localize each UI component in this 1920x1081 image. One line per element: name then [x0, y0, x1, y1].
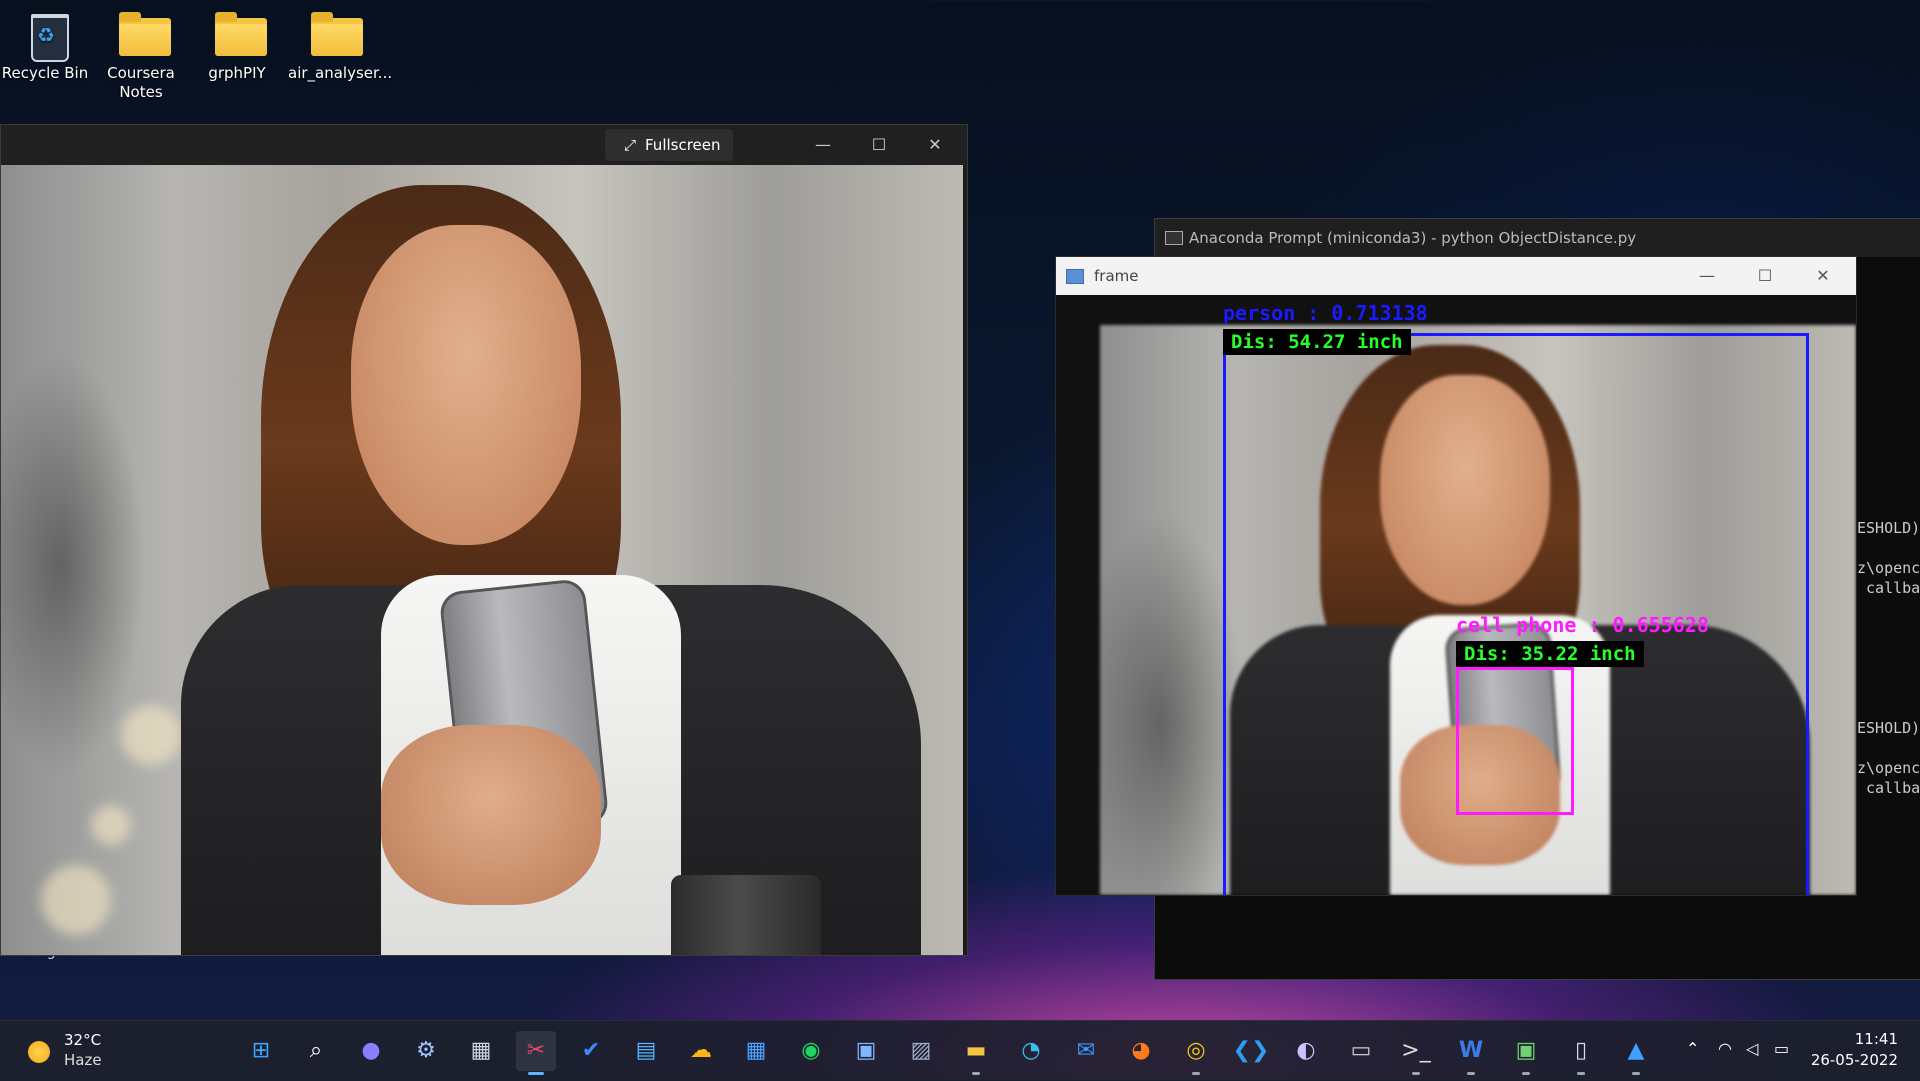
firefox-icon[interactable]: ◕	[1121, 1031, 1161, 1071]
todo-icon[interactable]: ✔	[571, 1031, 611, 1071]
control-panel-icon[interactable]: ▣	[846, 1031, 886, 1071]
terminal-line: callba	[1857, 779, 1920, 797]
desktop-icon-label: Recycle Bin	[1, 64, 89, 82]
notepad-icon[interactable]: ▤	[626, 1031, 666, 1071]
detection-frame: person : 0.713138 Dis: 54.27 inch cell p…	[1056, 295, 1856, 895]
weather-temp: 32°C	[64, 1031, 102, 1049]
folder-icon	[213, 10, 267, 58]
desktop-icon-label: air_analyser...	[288, 64, 393, 82]
minimize-button[interactable]: —	[1678, 257, 1736, 295]
expand-icon: ⤢	[623, 136, 636, 154]
recycle-bin-icon: ♻	[21, 10, 69, 62]
photos-titlebar[interactable]: ⤢ Fullscreen — ☐ ✕	[1, 125, 967, 165]
start-icon[interactable]: ⊞	[241, 1031, 281, 1071]
desktop-icon-air-analyser[interactable]: air_analyser...	[288, 10, 393, 83]
frame-title: frame	[1094, 267, 1139, 285]
phone-label: cell phone : 0.655628	[1456, 613, 1709, 637]
frame-window[interactable]: frame — ☐ ✕ person : 0.713138 Dis: 54.27…	[1055, 256, 1857, 896]
settings-icon[interactable]: ⚙	[406, 1031, 446, 1071]
photo-image	[1, 165, 963, 955]
calendar-icon[interactable]: ▦	[736, 1031, 776, 1071]
mail-icon[interactable]: ✉	[1066, 1031, 1106, 1071]
word-icon[interactable]: W	[1451, 1031, 1491, 1075]
terminal-line: ESHOLD)	[1857, 519, 1920, 537]
maximize-button[interactable]: ☐	[851, 125, 907, 165]
photos-icon[interactable]: ▨	[901, 1031, 941, 1071]
sun-icon	[28, 1041, 50, 1063]
battery-icon[interactable]: ▭	[1774, 1039, 1789, 1058]
desktop-icon-label: grphPIY	[208, 64, 266, 82]
phone-distance-label: Dis: 35.22 inch	[1456, 641, 1644, 667]
terminal-titlebar[interactable]: Anaconda Prompt (miniconda3) - python Ob…	[1155, 219, 1920, 257]
terminal-line: callba	[1857, 579, 1920, 597]
wifi-icon[interactable]: ◠	[1718, 1039, 1732, 1058]
folder-icon	[117, 10, 171, 58]
folder-icon	[309, 10, 363, 58]
photos-viewer-icon[interactable]: ▲	[1616, 1031, 1656, 1075]
clock-date: 26-05-2022	[1810, 1051, 1898, 1069]
fullscreen-label: Fullscreen	[645, 136, 721, 154]
frame-titlebar[interactable]: frame — ☐ ✕	[1056, 257, 1856, 295]
fullscreen-button[interactable]: ⤢ Fullscreen	[605, 129, 733, 161]
weather-condition: Haze	[64, 1051, 102, 1069]
person-distance-label: Dis: 54.27 inch	[1223, 329, 1411, 355]
vscode-icon[interactable]: ❮❯	[1231, 1031, 1271, 1071]
clock-time: 11:41	[1854, 1030, 1898, 1048]
spotify-icon[interactable]: ◉	[791, 1031, 831, 1071]
snipping-tool-icon[interactable]: ✂	[516, 1031, 556, 1075]
chevron-up-icon[interactable]: ⌃	[1686, 1039, 1699, 1058]
desktop-icon-grphpiy[interactable]: grphPIY	[192, 10, 282, 83]
terminal-icon[interactable]: ▭	[1341, 1031, 1381, 1071]
chrome-icon[interactable]: ◎	[1176, 1031, 1216, 1075]
volume-icon[interactable]: ◁	[1746, 1039, 1758, 1058]
app-window-icon[interactable]: ▯	[1561, 1031, 1601, 1075]
minimize-button[interactable]: —	[795, 125, 851, 165]
desktop-icon-recycle-bin[interactable]: ♻ Recycle Bin	[0, 10, 90, 83]
terminal-line: z\openc	[1857, 559, 1920, 577]
terminal-line: ESHOLD)	[1857, 719, 1920, 737]
maximize-button[interactable]: ☐	[1736, 257, 1794, 295]
image-icon	[1066, 269, 1084, 284]
chat-icon[interactable]: ●	[351, 1031, 391, 1071]
desktop-icon-coursera-notes[interactable]: Coursera Notes	[96, 10, 186, 102]
powershell-icon[interactable]: >_	[1396, 1031, 1436, 1075]
terminal-icon	[1165, 231, 1183, 245]
phone-bounding-box	[1456, 667, 1574, 815]
terminal-line: z\openc	[1857, 759, 1920, 777]
android-studio-icon[interactable]: ▣	[1506, 1031, 1546, 1075]
person-label: person : 0.713138	[1223, 301, 1428, 325]
calculator-icon[interactable]: ▦	[461, 1031, 501, 1071]
desktop-icon-label: Coursera Notes	[107, 64, 175, 101]
taskbar: 32°C Haze ⊞ ⌕ ● ⚙ ▦ ✂ ✔ ▤ ☁ ▦ ◉ ▣ ▨ ▬ ◔ …	[0, 1020, 1920, 1081]
edge-icon[interactable]: ◔	[1011, 1031, 1051, 1071]
close-button[interactable]: ✕	[1794, 257, 1852, 295]
weather-app-icon[interactable]: ☁	[681, 1031, 721, 1071]
close-button[interactable]: ✕	[907, 125, 963, 165]
terminal-title: Anaconda Prompt (miniconda3) - python Ob…	[1189, 229, 1637, 247]
clock[interactable]: 11:41 26-05-2022	[1811, 1029, 1898, 1071]
search-icon[interactable]: ⌕	[296, 1031, 336, 1071]
photos-window[interactable]: ⤢ Fullscreen — ☐ ✕	[0, 124, 968, 956]
file-explorer-icon[interactable]: ▬	[956, 1031, 996, 1075]
eclipse-icon[interactable]: ◐	[1286, 1031, 1326, 1071]
